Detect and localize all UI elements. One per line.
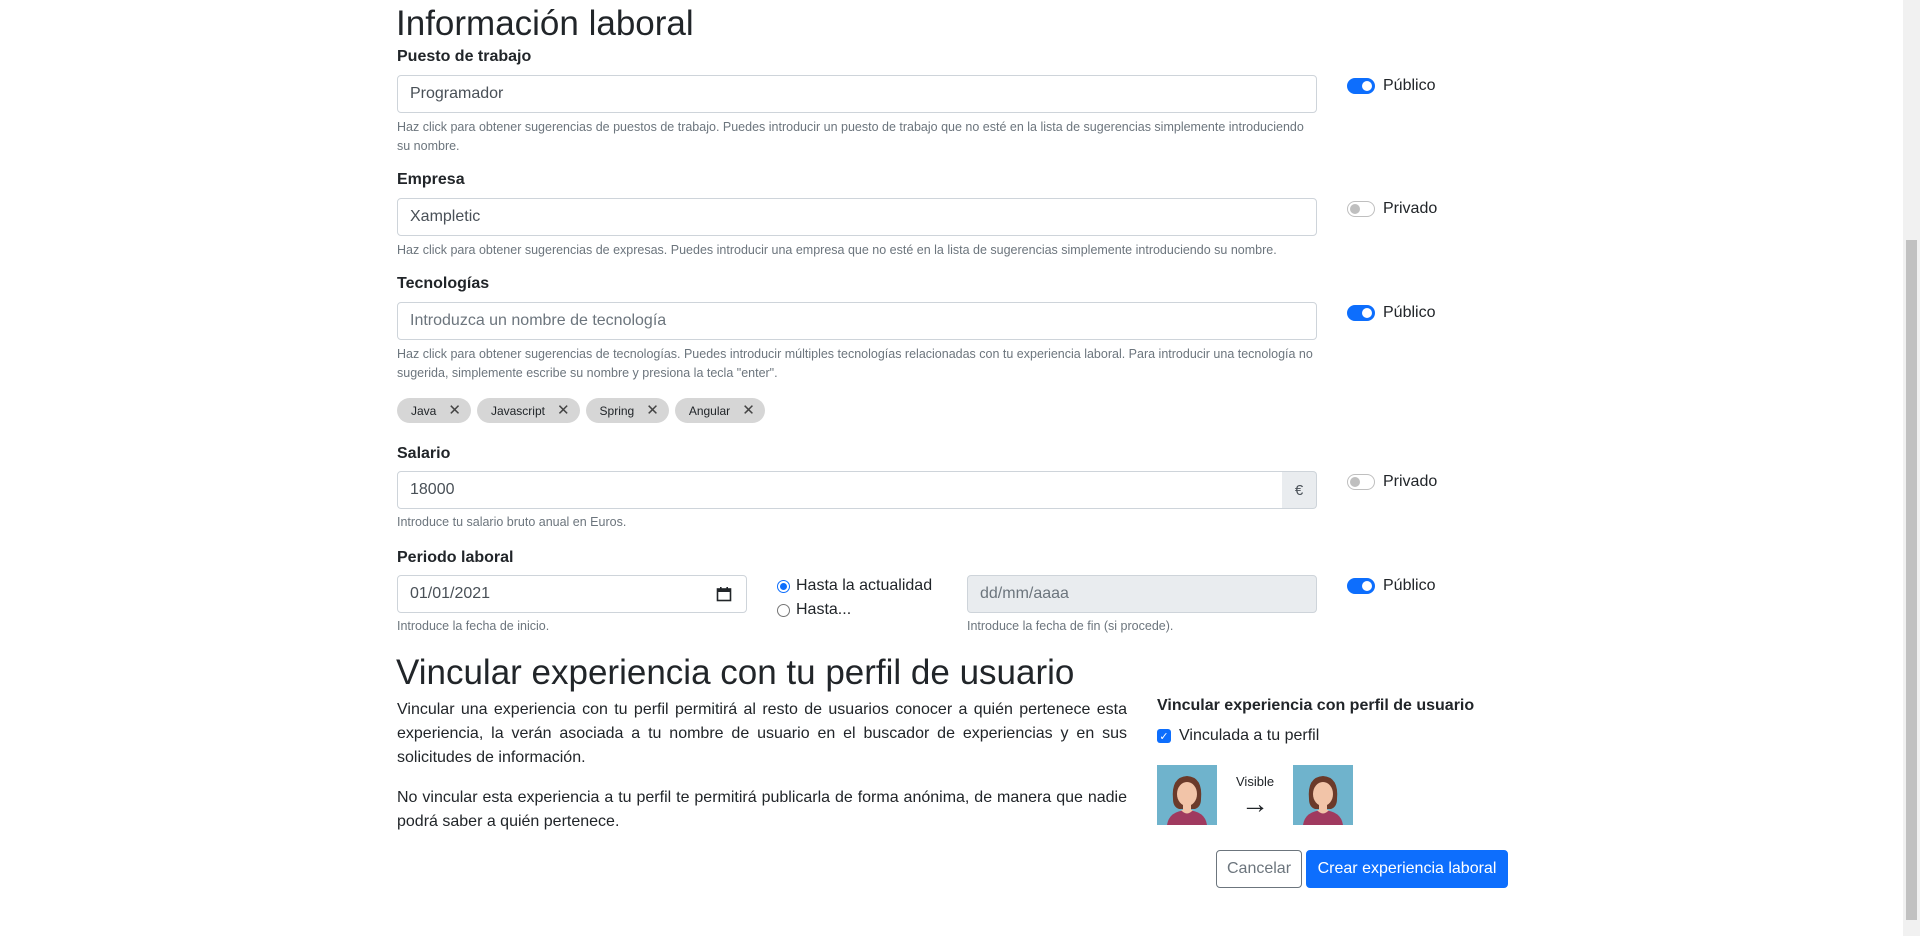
close-icon[interactable]: ✕ [742, 403, 755, 418]
radio-until-now[interactable]: Hasta la actualidad [777, 577, 932, 595]
job-label: Puesto de trabajo [397, 48, 532, 65]
link-description: Vincular una experiencia con tu perfil p… [397, 701, 1127, 766]
arrow-right-icon: → [1241, 788, 1269, 819]
user-avatar [1157, 765, 1217, 825]
tech-input[interactable]: Introduzca un nombre de tecnología [397, 302, 1317, 340]
close-icon[interactable]: ✕ [646, 403, 659, 418]
radio-button[interactable] [777, 579, 790, 593]
close-icon[interactable]: ✕ [448, 403, 461, 418]
tech-tag: Spring ✕ [585, 398, 669, 423]
link-profile-title: Vincular experiencia con perfil de usuar… [1157, 697, 1475, 714]
company-label: Empresa [397, 171, 465, 188]
page-title: Información laboral [396, 4, 694, 43]
salary-visibility-toggle[interactable]: Privado [1347, 473, 1437, 491]
create-experience-button[interactable]: Crear experiencia laboral [1306, 850, 1508, 888]
toggle-label: Público [1383, 304, 1436, 321]
tech-tag: Angular ✕ [674, 398, 765, 423]
tech-help: Haz click para obtener sugerencias de te… [397, 347, 1313, 380]
end-date-input: dd/mm/aaaa [967, 575, 1317, 613]
visible-label: Visible [1236, 774, 1275, 789]
job-visibility-toggle[interactable]: Público [1347, 77, 1435, 95]
job-help: Haz click para obtener sugerencias de pu… [397, 120, 1304, 153]
scrollbar[interactable] [1903, 0, 1920, 936]
cancel-button[interactable]: Cancelar [1216, 850, 1302, 888]
tag-label: Javascript [490, 403, 545, 418]
toggle-label: Público [1383, 577, 1436, 594]
toggle-label: Público [1383, 77, 1436, 94]
currency-addon: € [1282, 471, 1317, 509]
toggle-switch[interactable] [1347, 578, 1375, 594]
scrollbar-thumb[interactable] [1906, 240, 1917, 920]
checkbox-label: Vinculada a tu perfil [1179, 727, 1320, 744]
end-date-help: Introduce la fecha de fin (si procede). [967, 619, 1174, 633]
toggle-switch[interactable] [1347, 78, 1375, 94]
period-label: Periodo laboral [397, 549, 514, 566]
tech-visibility-toggle[interactable]: Público [1347, 304, 1435, 322]
company-visibility-toggle[interactable]: Privado [1347, 200, 1437, 218]
radio-label: Hasta... [796, 601, 852, 618]
toggle-switch[interactable] [1347, 305, 1375, 321]
start-date-value: 01/01/2021 [410, 585, 491, 602]
salary-input[interactable]: 18000 [397, 471, 1283, 509]
salary-help: Introduce tu salario bruto anual en Euro… [397, 515, 627, 529]
radio-until-date[interactable]: Hasta... [777, 601, 851, 619]
checkbox-checked-icon[interactable]: ✓ [1157, 729, 1171, 743]
tech-tags: Java ✕ Javascript ✕ Spring ✕ Angular ✕ [397, 398, 765, 423]
start-date-help: Introduce la fecha de inicio. [397, 619, 550, 633]
tag-label: Spring [599, 403, 635, 418]
company-help: Haz click para obtener sugerencias de ex… [397, 243, 1277, 257]
link-section-title: Vincular experiencia con tu perfil de us… [396, 653, 1075, 692]
start-date-input[interactable]: 01/01/2021 [397, 575, 747, 613]
toggle-switch[interactable] [1347, 474, 1375, 490]
company-input[interactable]: Xampletic [397, 198, 1317, 236]
tech-tag: Java ✕ [397, 398, 471, 423]
calendar-icon[interactable] [716, 586, 732, 602]
radio-label: Hasta la actualidad [796, 577, 933, 594]
woman-avatar-icon [1293, 765, 1353, 825]
public-avatar [1293, 765, 1353, 825]
toggle-label: Privado [1383, 473, 1438, 490]
tech-label: Tecnologías [397, 275, 490, 292]
woman-avatar-icon [1157, 765, 1217, 825]
tag-label: Angular [688, 403, 731, 418]
tech-tag: Javascript ✕ [476, 398, 580, 423]
anonymous-description: No vincular esta experiencia a tu perfil… [397, 789, 1127, 830]
toggle-switch[interactable] [1347, 201, 1375, 217]
period-visibility-toggle[interactable]: Público [1347, 577, 1435, 595]
close-icon[interactable]: ✕ [557, 403, 570, 418]
radio-button[interactable] [777, 603, 790, 617]
toggle-label: Privado [1383, 200, 1438, 217]
link-profile-checkbox[interactable]: ✓ Vinculada a tu perfil [1157, 727, 1319, 745]
tag-label: Java [411, 403, 437, 418]
job-input[interactable]: Programador [397, 75, 1317, 113]
salary-label: Salario [397, 445, 451, 462]
